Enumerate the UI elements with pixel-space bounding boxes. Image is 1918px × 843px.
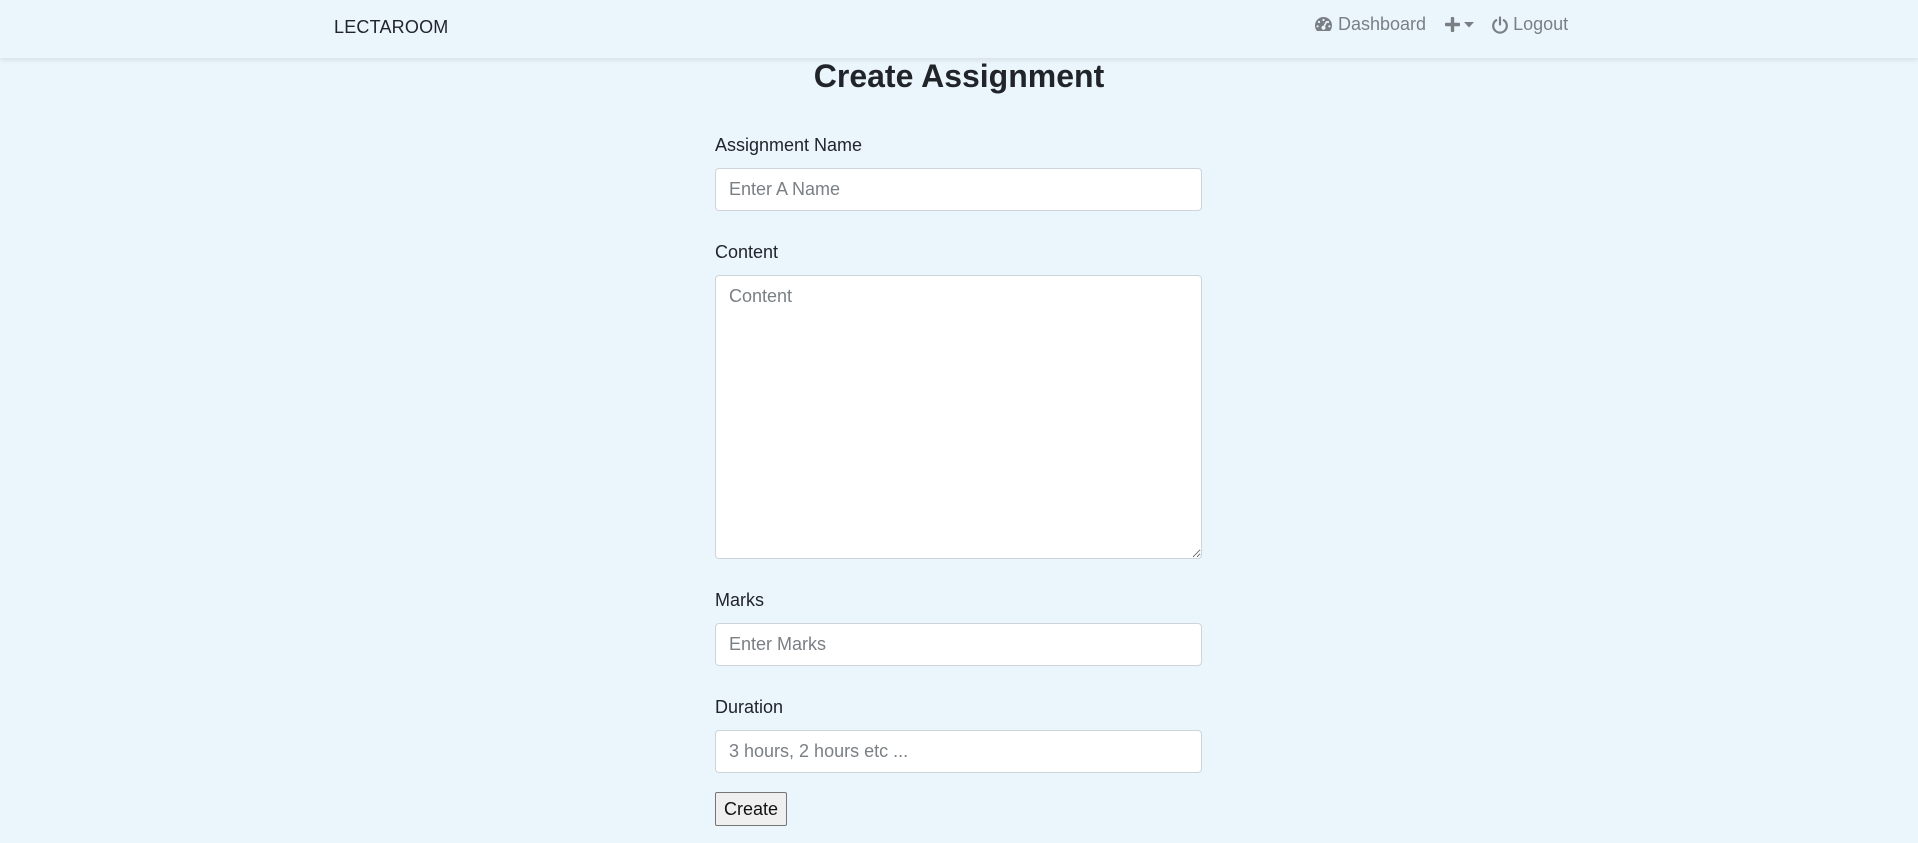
- nav-actions: Dashboard Logout: [1314, 14, 1568, 35]
- marks-input[interactable]: [715, 623, 1202, 666]
- tachometer-icon: [1314, 16, 1338, 33]
- caret-down-icon: [1464, 21, 1475, 28]
- duration-input[interactable]: [715, 730, 1202, 773]
- assignment-name-label: Assignment Name: [715, 135, 863, 155]
- power-icon: [1491, 15, 1513, 34]
- logout-link[interactable]: Logout: [1491, 14, 1568, 35]
- content-textarea[interactable]: [715, 275, 1202, 559]
- duration-label: Duration: [715, 697, 784, 717]
- assignment-name-input[interactable]: [715, 168, 1202, 211]
- navbar: LECTAROOM Dashboard Logout: [0, 0, 1918, 58]
- create-button[interactable]: Create: [715, 792, 788, 826]
- create-assignment-form: Assignment Name Content Marks Duration C…: [715, 134, 1202, 826]
- content-label: Content: [715, 242, 779, 262]
- plus-icon: [1444, 16, 1461, 33]
- brand-logo[interactable]: LECTAROOM: [334, 17, 448, 38]
- page-title: Create Assignment: [813, 58, 1105, 94]
- marks-label: Marks: [715, 590, 764, 610]
- logout-label: Logout: [1513, 14, 1569, 34]
- add-dropdown-toggle[interactable]: [1444, 16, 1475, 33]
- dashboard-link[interactable]: Dashboard: [1314, 14, 1426, 35]
- dashboard-label: Dashboard: [1338, 14, 1427, 34]
